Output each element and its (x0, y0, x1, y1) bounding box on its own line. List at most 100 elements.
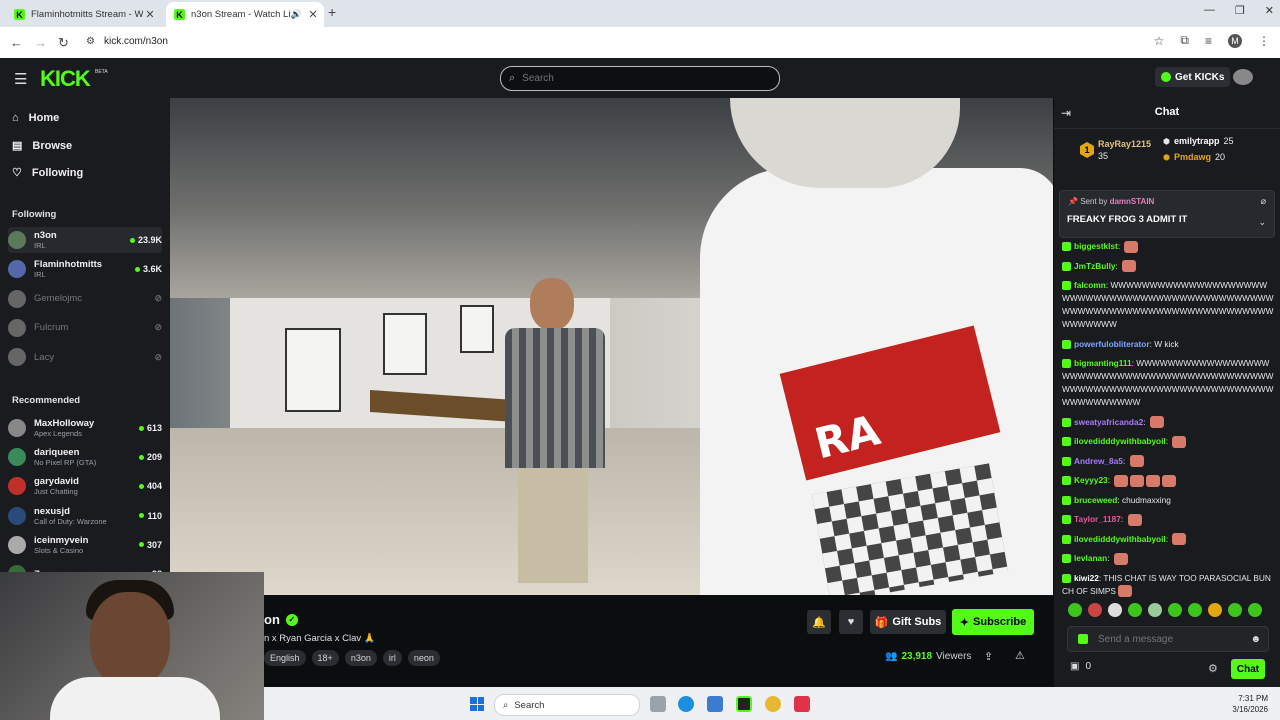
minimize-icon[interactable]: — (1204, 4, 1215, 17)
leaderboard-first[interactable]: 1 RayRay1215 35 (1080, 138, 1151, 162)
emoji-icon[interactable]: ☻ (1250, 634, 1261, 645)
emote-icon[interactable] (1148, 603, 1162, 617)
chat-username[interactable]: JmTzBully (1074, 261, 1116, 271)
unpin-icon[interactable]: ⌀ (1261, 196, 1266, 207)
gift-subs-button[interactable]: 🎁 Gift Subs (870, 610, 946, 634)
sidebar-item-browse[interactable]: ▤ Browse (12, 139, 72, 153)
stream-tag[interactable]: n3on (344, 650, 377, 666)
speaker-icon[interactable]: 🔊 (291, 9, 302, 20)
sidebar-item-following[interactable]: ♡ Following (12, 166, 83, 180)
store-icon[interactable] (707, 696, 723, 712)
channel-avatar (8, 477, 26, 496)
chat-username[interactable]: levlanan (1074, 553, 1107, 563)
chat-input-box[interactable]: ☻ (1067, 626, 1269, 652)
pinned-message[interactable]: 📌 Sent by damnSTAIN FREAKY FROG 3 ADMIT … (1059, 190, 1275, 238)
chat-username[interactable]: powerfulobliterator (1074, 339, 1150, 349)
profile-avatar[interactable]: M (1228, 33, 1242, 48)
menu-icon[interactable]: ☰ (14, 70, 27, 88)
report-icon[interactable]: ⚠ (1015, 649, 1025, 662)
chat-username[interactable]: bruceweed (1074, 495, 1117, 505)
browser-menu-icon[interactable]: ⋮ (1258, 34, 1270, 48)
search-input[interactable] (520, 72, 765, 85)
streamer-name[interactable]: on ✓ (264, 612, 298, 627)
channel-viewers: 404 (138, 481, 162, 491)
windows-start-icon[interactable] (470, 697, 484, 711)
emote-icon[interactable] (1068, 603, 1082, 617)
chat-username[interactable]: kiwi22 (1074, 573, 1099, 583)
emote-icon[interactable] (1248, 603, 1262, 617)
taskbar-search[interactable]: ⌕ Search (494, 694, 640, 716)
user-badge-icon (1062, 261, 1071, 271)
emote-icon[interactable] (1088, 603, 1102, 617)
chevron-down-icon[interactable]: ⌄ (1258, 217, 1266, 228)
extensions-icon[interactable]: ⧉ (1180, 33, 1189, 48)
task-view-icon[interactable] (650, 696, 666, 712)
chat-username[interactable]: Keyyy23 (1074, 475, 1108, 485)
emote-icon[interactable] (1108, 603, 1122, 617)
channel-item[interactable]: Fulcrum ⊘ (8, 315, 162, 341)
gear-icon[interactable]: ⚙ (1208, 662, 1218, 675)
channel-item[interactable]: n3on IRL 23.9K (8, 227, 162, 253)
stream-tag[interactable]: English (264, 650, 306, 666)
bookmark-star-icon[interactable]: ☆ (1154, 34, 1165, 48)
close-tab-icon[interactable]: ✕ (306, 8, 320, 21)
sidebar-item-home[interactable]: ⌂ Home (12, 112, 59, 124)
close-window-icon[interactable]: ✕ (1265, 4, 1274, 17)
emote-icon[interactable] (1188, 603, 1202, 617)
channel-item[interactable]: MaxHolloway Apex Legends 613 (8, 415, 162, 441)
chat-send-button[interactable]: Chat (1231, 659, 1265, 679)
new-tab-icon[interactable]: + (328, 4, 336, 20)
video-player[interactable]: RA (170, 98, 1053, 595)
channel-item[interactable]: Lacy ⊘ (8, 344, 162, 370)
chat-username[interactable]: Taylor_1187 (1074, 514, 1121, 524)
site-info-icon[interactable]: ⚙ (86, 36, 95, 47)
emote-icon[interactable] (1128, 603, 1142, 617)
back-icon[interactable]: ← (10, 35, 23, 50)
chat-username[interactable]: Andrew_8a5 (1074, 456, 1123, 466)
subscribe-button[interactable]: ✦ Subscribe (952, 609, 1034, 635)
chat-username[interactable]: biggestklst (1074, 241, 1118, 251)
follow-heart-button[interactable]: ♥ (839, 610, 863, 634)
leaderboard-third[interactable]: ⬢ Pmdawg 20 (1163, 152, 1225, 162)
channel-item[interactable]: Flaminhotmitts IRL 3.6K (8, 256, 162, 282)
close-tab-icon[interactable]: ✕ (143, 8, 157, 21)
get-kicks-button[interactable]: Get KICKs (1155, 67, 1231, 87)
emote-icon[interactable] (1168, 603, 1182, 617)
kicks-balance[interactable]: ▣ 0 (1070, 661, 1091, 672)
chat-message-input[interactable] (1096, 632, 1251, 646)
browser-tab-n3on[interactable]: K n3on Stream - Watch Live o 🔊 ✕ (166, 2, 324, 27)
notification-bell-button[interactable]: 🔔 (807, 610, 831, 634)
emote-icon[interactable] (1228, 603, 1242, 617)
url-field[interactable]: kick.com/n3on (104, 36, 168, 47)
chat-username[interactable]: sweatyafricanda2 (1074, 417, 1143, 427)
chat-username[interactable]: falcomn (1074, 280, 1106, 290)
music-app-icon[interactable] (794, 696, 810, 712)
leaderboard-second[interactable]: ⬢ emilytrapp 25 (1163, 136, 1234, 146)
system-clock[interactable]: 7:31 PM 3/16/2026 (1224, 693, 1268, 715)
user-avatar[interactable] (1233, 69, 1253, 85)
emote-icon[interactable] (1208, 603, 1222, 617)
browser-tab-flaminhotmitts[interactable]: K Flaminhotmitts Stream - Watch ✕ (6, 2, 161, 27)
channel-item[interactable]: nexusjd Call of Duty: Warzone 110 (8, 503, 162, 529)
app-icon[interactable] (736, 696, 752, 712)
stream-tag[interactable]: 18+ (311, 650, 339, 666)
restore-icon[interactable]: ❐ (1235, 4, 1245, 17)
stream-tag[interactable]: neon (407, 650, 440, 666)
chat-username[interactable]: bigmanting111 (1074, 358, 1132, 368)
media-control-icon[interactable]: ≡ (1205, 34, 1212, 48)
forward-icon[interactable]: → (34, 35, 47, 50)
chat-username[interactable]: ilovedidddywithbabyoil (1074, 534, 1166, 544)
channel-item[interactable]: iceinmyvein Slots & Casino 307 (8, 532, 162, 558)
search-bar[interactable]: ⌕ (500, 66, 780, 91)
reload-icon[interactable]: ↻ (58, 35, 69, 51)
stream-title: n x Ryan Garcia x Clav 🙏 (264, 633, 376, 644)
channel-item[interactable]: garydavid Just Chatting 404 (8, 473, 162, 499)
edge-browser-icon[interactable] (678, 696, 694, 712)
chat-username[interactable]: ilovedidddywithbabyoil (1074, 436, 1166, 446)
channel-item[interactable]: Gemelojmc ⊘ (8, 286, 162, 312)
channel-item[interactable]: dariqueen No Pixel RP (GTA) 209 (8, 444, 162, 470)
stream-tag[interactable]: irl (382, 650, 402, 666)
kick-logo[interactable]: KICK (40, 66, 91, 92)
share-icon[interactable]: ⇪ (984, 650, 993, 663)
chrome-icon[interactable] (765, 696, 781, 712)
